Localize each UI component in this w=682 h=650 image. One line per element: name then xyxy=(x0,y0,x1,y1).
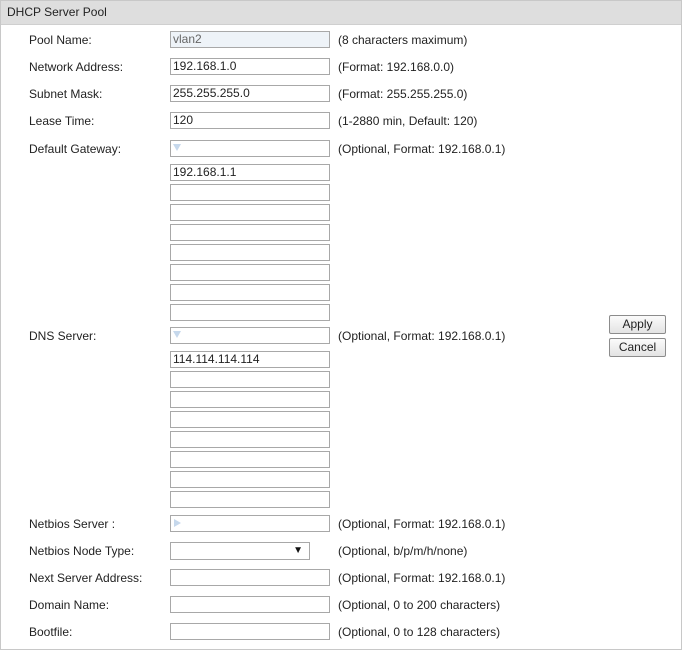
apply-button[interactable]: Apply xyxy=(609,315,666,334)
lease-time-field[interactable]: 120 xyxy=(170,112,330,129)
triangle-down-icon xyxy=(173,331,181,338)
next-server-address-field[interactable] xyxy=(170,569,330,586)
cancel-button[interactable]: Cancel xyxy=(609,338,666,357)
default-gateway-entry[interactable] xyxy=(170,204,330,221)
dns-server-entry[interactable] xyxy=(170,391,330,408)
default-gateway-entry[interactable] xyxy=(170,284,330,301)
default-gateway-entry[interactable] xyxy=(170,304,330,321)
pool-name-label: Pool Name: xyxy=(29,33,92,47)
netbios-server-label: Netbios Server : xyxy=(29,517,116,531)
dns-server-hint: (Optional, Format: 192.168.0.1) xyxy=(338,329,506,343)
dns-server-entry[interactable] xyxy=(170,371,330,388)
dns-server-entry[interactable]: 114.114.114.114 xyxy=(170,351,330,368)
pool-name-field[interactable]: vlan2 xyxy=(170,31,330,48)
bootfile-label: Bootfile: xyxy=(29,625,73,639)
subnet-mask-hint: (Format: 255.255.255.0) xyxy=(338,87,468,101)
network-address-field[interactable]: 192.168.1.0 xyxy=(170,58,330,75)
triangle-down-icon xyxy=(173,144,181,151)
panel-title: DHCP Server Pool xyxy=(7,5,107,19)
dns-server-entry[interactable] xyxy=(170,431,330,448)
default-gateway-entry[interactable] xyxy=(170,244,330,261)
triangle-right-icon xyxy=(174,519,181,527)
dhcp-server-pool-panel: DHCP Server Pool Pool Name: vlan2 (8 cha… xyxy=(0,0,682,650)
dns-server-entry[interactable] xyxy=(170,491,330,508)
netbios-server-hint: (Optional, Format: 192.168.0.1) xyxy=(338,517,506,531)
dns-server-entry[interactable] xyxy=(170,471,330,488)
network-address-hint: (Format: 192.168.0.0) xyxy=(338,60,455,74)
default-gateway-entry[interactable] xyxy=(170,184,330,201)
netbios-node-type-hint: (Optional, b/p/m/h/none) xyxy=(338,544,468,558)
domain-name-label: Domain Name: xyxy=(29,598,110,612)
dns-server-entry[interactable] xyxy=(170,411,330,428)
netbios-node-type-label: Netbios Node Type: xyxy=(29,544,135,558)
network-address-label: Network Address: xyxy=(29,60,124,74)
default-gateway-entry[interactable] xyxy=(170,224,330,241)
domain-name-field[interactable] xyxy=(170,596,330,613)
subnet-mask-field[interactable]: 255.255.255.0 xyxy=(170,85,330,102)
default-gateway-label: Default Gateway: xyxy=(29,142,122,156)
dns-server-label: DNS Server: xyxy=(29,329,97,343)
next-server-address-hint: (Optional, Format: 192.168.0.1) xyxy=(338,571,506,585)
bootfile-field[interactable] xyxy=(170,623,330,640)
default-gateway-toggle[interactable] xyxy=(170,140,330,157)
caret-down-icon: ▼ xyxy=(293,545,303,556)
pool-name-hint: (8 characters maximum) xyxy=(338,33,468,47)
bootfile-hint: (Optional, 0 to 128 characters) xyxy=(338,625,501,639)
netbios-server-toggle[interactable] xyxy=(170,515,330,532)
dns-server-entry[interactable] xyxy=(170,451,330,468)
netbios-node-type-select[interactable]: ▼ xyxy=(170,542,310,560)
panel-header: DHCP Server Pool xyxy=(1,1,681,25)
lease-time-label: Lease Time: xyxy=(29,114,95,128)
next-server-address-label: Next Server Address: xyxy=(29,571,143,585)
domain-name-hint: (Optional, 0 to 200 characters) xyxy=(338,598,501,612)
default-gateway-entry[interactable] xyxy=(170,264,330,281)
default-gateway-hint: (Optional, Format: 192.168.0.1) xyxy=(338,142,506,156)
lease-time-hint: (1-2880 min, Default: 120) xyxy=(338,114,478,128)
dns-server-toggle[interactable] xyxy=(170,327,330,344)
subnet-mask-label: Subnet Mask: xyxy=(29,87,103,101)
default-gateway-entry[interactable]: 192.168.1.1 xyxy=(170,164,330,181)
